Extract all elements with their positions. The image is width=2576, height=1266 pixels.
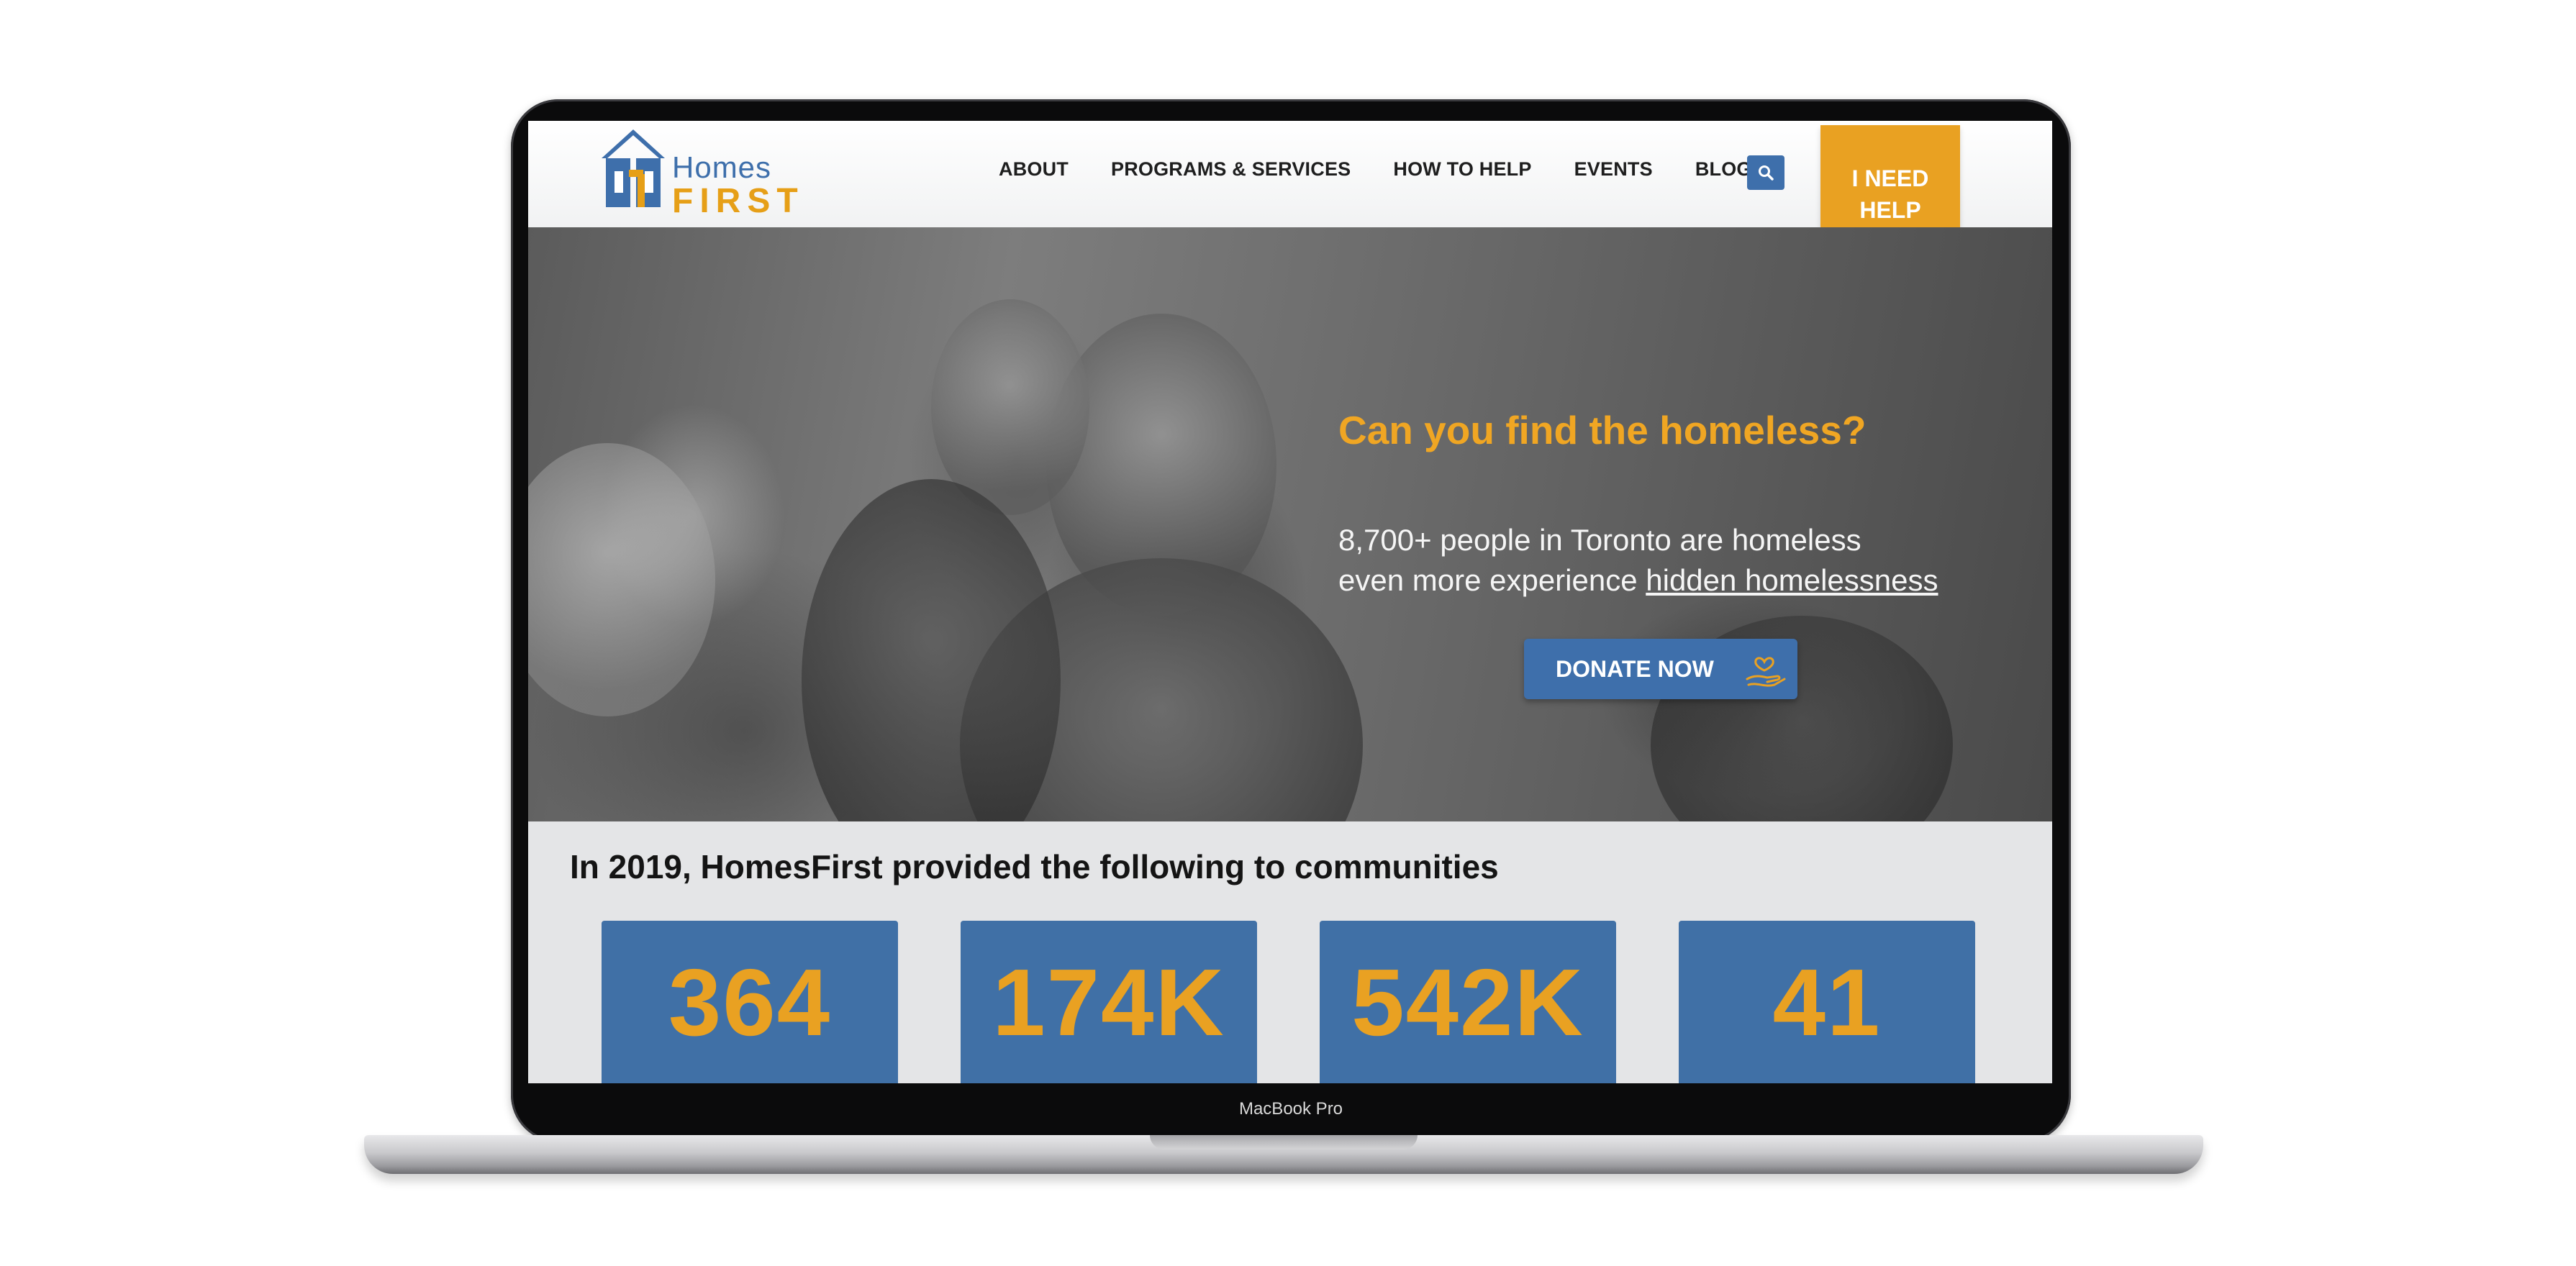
laptop-notch [1150,1135,1418,1149]
house-logo-icon [602,129,665,207]
nav-about[interactable]: ABOUT [999,158,1069,181]
heart-hand-icon [1746,657,1786,687]
stat-value: 364 [668,950,832,1055]
search-icon [1759,165,1774,181]
nav-blog[interactable]: BLOG [1695,158,1752,181]
nav-how-to-help[interactable]: HOW TO HELP [1393,158,1531,181]
stat-value: 542K [1351,950,1584,1055]
hero-title: Can you find the homeless? [1338,408,1867,452]
hero-banner: Can you find the homeless? 8,700+ people… [528,227,2052,821]
hero-photo-figure [802,479,1061,821]
hero-stat-line: 8,700+ people in Toronto are homeless [1338,523,1861,557]
stat-card: 542K [1320,921,1616,1083]
donate-now-button[interactable]: DONATE NOW [1524,639,1797,699]
hero-photo-figure [528,443,715,716]
hero-subline: even more experience hidden homelessness [1338,560,1938,601]
hero-subline-prefix: even more experience [1338,563,1646,597]
stat-card: 41 [1679,921,1975,1083]
stat-value: 41 [1772,950,1882,1055]
search-button[interactable] [1747,155,1784,190]
nav-events[interactable]: EVENTS [1574,158,1653,181]
main-nav: ABOUT PROGRAMS & SERVICES HOW TO HELP EV… [999,158,1795,181]
donate-label: DONATE NOW [1556,655,1714,682]
help-label: I NEED HELP [1851,165,1929,223]
stat-value: 174K [992,950,1225,1055]
logo-homes: Homes [672,150,772,184]
stats-heading: In 2019, HomesFirst provided the followi… [570,848,1499,885]
stat-card: 364 [602,921,898,1083]
site-header: Homes FIRST ABOUT PROGRAMS & SERVICES HO… [528,121,2052,296]
logo-first: FIRST [672,182,804,220]
stat-card: 174K [961,921,1257,1083]
nav-programs-services[interactable]: PROGRAMS & SERVICES [1111,158,1351,181]
logo-text: Homes FIRST [672,152,804,219]
site-logo[interactable]: Homes FIRST [597,127,798,219]
hidden-homelessness-link[interactable]: hidden homelessness [1646,563,1938,597]
model-label: MacBook Pro [1238,1099,1343,1119]
screen: Homes FIRST ABOUT PROGRAMS & SERVICES HO… [528,121,2052,1083]
